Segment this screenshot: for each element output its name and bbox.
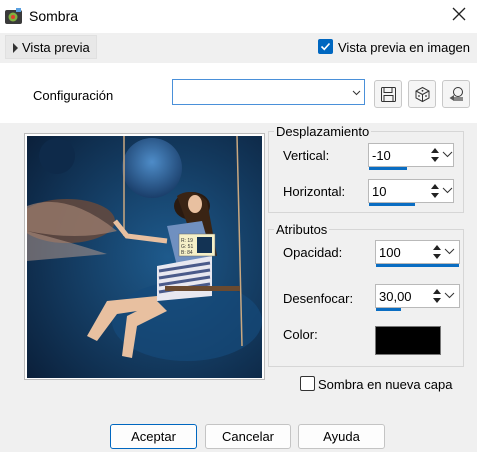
spin-updown-icon[interactable]: [430, 145, 440, 165]
randomize-button[interactable]: [408, 80, 436, 108]
vertical-value: -10: [372, 148, 391, 163]
cancel-button[interactable]: Cancelar: [205, 424, 291, 449]
opacidad-label: Opacidad:: [283, 245, 343, 260]
title-bar: Sombra: [0, 0, 477, 33]
chevron-down-icon: [352, 90, 361, 96]
pixel-b: B: 84: [181, 250, 193, 256]
preview-toggle-label: Vista previa: [22, 40, 90, 55]
desenfocar-label: Desenfocar:: [283, 291, 354, 306]
preview-toggle[interactable]: Vista previa: [5, 35, 97, 59]
new-layer-checkbox[interactable]: [300, 376, 315, 391]
preview-image[interactable]: R: 19 G: 51 B: 84: [27, 136, 262, 378]
vertical-label: Vertical:: [283, 148, 330, 163]
dice-icon: [415, 86, 430, 103]
color-swatch[interactable]: [375, 326, 441, 355]
atributos-title: Atributos: [274, 222, 330, 237]
chevron-down-icon[interactable]: [444, 290, 455, 301]
help-button[interactable]: Ayuda: [298, 424, 385, 449]
horizontal-label: Horizontal:: [283, 184, 346, 199]
preview-image-frame: R: 19 G: 51 B: 84: [24, 133, 265, 380]
color-label: Color:: [283, 327, 318, 342]
horizontal-value: 10: [372, 184, 387, 199]
vertical-spinner[interactable]: -10: [368, 143, 454, 170]
opacidad-value: 100: [379, 245, 401, 260]
new-layer-label[interactable]: Sombra en nueva capa: [318, 377, 452, 392]
config-row: Configuración: [0, 63, 477, 123]
chevron-right-icon: [13, 43, 18, 53]
desplazamiento-title: Desplazamiento: [274, 124, 372, 139]
horizontal-progress: [369, 203, 415, 206]
chevron-down-icon[interactable]: [444, 246, 455, 257]
check-icon: [320, 42, 331, 51]
opacidad-spinner[interactable]: 100: [375, 240, 460, 267]
chevron-down-icon[interactable]: [442, 149, 453, 160]
ok-button[interactable]: Aceptar: [110, 424, 197, 449]
reset-icon: [449, 87, 463, 101]
config-combo[interactable]: [172, 79, 365, 105]
spin-updown-icon[interactable]: [430, 181, 440, 201]
app-icon: [5, 8, 22, 24]
window-title: Sombra: [29, 8, 79, 24]
desenfocar-spinner[interactable]: 30,00: [375, 284, 460, 311]
chevron-down-icon[interactable]: [442, 185, 453, 196]
opacidad-progress: [376, 264, 459, 267]
desenfocar-progress: [376, 308, 401, 311]
desenfocar-value: 30,00: [379, 289, 412, 304]
spin-updown-icon[interactable]: [432, 286, 442, 306]
save-preset-button[interactable]: [374, 80, 402, 108]
horizontal-spinner[interactable]: 10: [368, 179, 454, 206]
image-preview-label[interactable]: Vista previa en imagen: [338, 40, 470, 55]
config-label: Configuración: [33, 88, 114, 103]
image-preview-checkbox[interactable]: [318, 39, 333, 54]
close-icon[interactable]: [451, 6, 467, 22]
vertical-progress: [369, 167, 407, 170]
reset-button[interactable]: [442, 80, 470, 108]
save-icon: [381, 87, 396, 102]
spin-updown-icon[interactable]: [432, 242, 442, 262]
preview-row: Vista previa Vista previa en imagen: [0, 33, 477, 63]
